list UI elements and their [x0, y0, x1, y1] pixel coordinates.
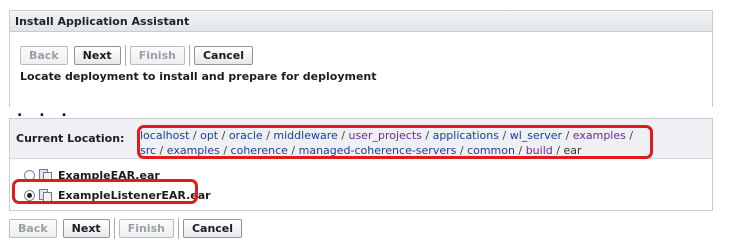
selected-file-highlight-box — [12, 179, 198, 204]
cancel-button[interactable]: Cancel — [182, 219, 243, 238]
back-button[interactable]: Back — [9, 219, 57, 238]
button-separator — [124, 45, 126, 66]
finish-button[interactable]: Finish — [118, 219, 174, 238]
next-button[interactable]: Next — [73, 46, 121, 65]
panel-title: Install Application Assistant — [10, 11, 712, 32]
step-description: Locate deployment to install and prepare… — [20, 70, 377, 83]
finish-button[interactable]: Finish — [129, 46, 185, 65]
button-separator — [113, 218, 115, 239]
button-separator — [177, 218, 179, 239]
bottom-button-bar: Back Next Finish Cancel — [9, 218, 243, 239]
top-button-bar: Back Next Finish Cancel — [20, 45, 254, 66]
path-highlight-box — [137, 125, 653, 159]
current-location-label: Current Location: — [16, 132, 125, 145]
next-button[interactable]: Next — [62, 219, 110, 238]
button-separator — [188, 45, 190, 66]
cancel-button[interactable]: Cancel — [193, 46, 254, 65]
back-button[interactable]: Back — [20, 46, 68, 65]
